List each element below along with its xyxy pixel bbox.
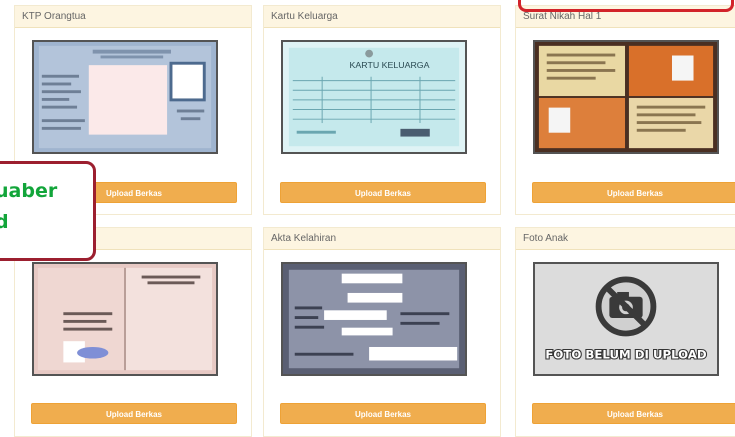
card-title: Kartu Keluarga xyxy=(264,6,500,28)
document-thumbnail-surat-nikah-2[interactable] xyxy=(32,262,218,376)
document-thumbnail-kk[interactable]: KARTU KELUARGA xyxy=(281,40,467,154)
card-title: KTP Orangtua xyxy=(15,6,251,28)
callout-line-2: d xyxy=(0,207,93,238)
photo-placeholder-image: FOTO BELUM DI UPLOAD xyxy=(535,264,717,374)
document-thumbnail-akta[interactable] xyxy=(281,262,467,376)
upload-berkas-button[interactable]: Upload Berkas xyxy=(280,182,486,203)
ktp-document-image xyxy=(34,42,216,152)
document-thumbnail-foto-anak[interactable]: FOTO BELUM DI UPLOAD xyxy=(533,262,719,376)
document-thumbnail-ktp[interactable] xyxy=(32,40,218,154)
upload-berkas-button[interactable]: Upload Berkas xyxy=(532,182,735,203)
kk-document-image: KARTU KELUARGA xyxy=(283,42,465,152)
upload-berkas-button[interactable]: Upload Berkas xyxy=(280,403,486,424)
document-thumbnail-surat-nikah[interactable] xyxy=(533,40,719,154)
document-card-foto-anak: Foto Anak FOTO BELUM DI UPLOAD Upload Be… xyxy=(515,227,735,437)
document-card-surat-nikah: Surat Nikah Hal 1 Upload Berkas xyxy=(515,5,735,215)
upload-berkas-button[interactable]: Upload Berkas xyxy=(532,403,735,424)
no-camera-icon xyxy=(595,276,657,337)
annotation-callout: uaber d xyxy=(0,161,96,261)
callout-line-1: uaber xyxy=(0,180,58,202)
card-title: Akta Kelahiran xyxy=(264,228,500,250)
card-title: Foto Anak xyxy=(516,228,735,250)
document-card-akta-kelahiran: Akta Kelahiran Upload Berkas xyxy=(263,227,501,437)
upload-berkas-button[interactable]: Upload Berkas xyxy=(31,403,237,424)
akta-document-image xyxy=(283,264,465,374)
highlight-callout xyxy=(518,0,734,12)
surat-nikah-2-document-image xyxy=(34,264,216,374)
placeholder-text: FOTO BELUM DI UPLOAD xyxy=(545,348,707,362)
surat-nikah-document-image xyxy=(535,42,717,152)
kk-heading-text: KARTU KELUARGA xyxy=(350,60,430,70)
document-card-kartu-keluarga: Kartu Keluarga KARTU KELUARGA Upload Ber… xyxy=(263,5,501,215)
